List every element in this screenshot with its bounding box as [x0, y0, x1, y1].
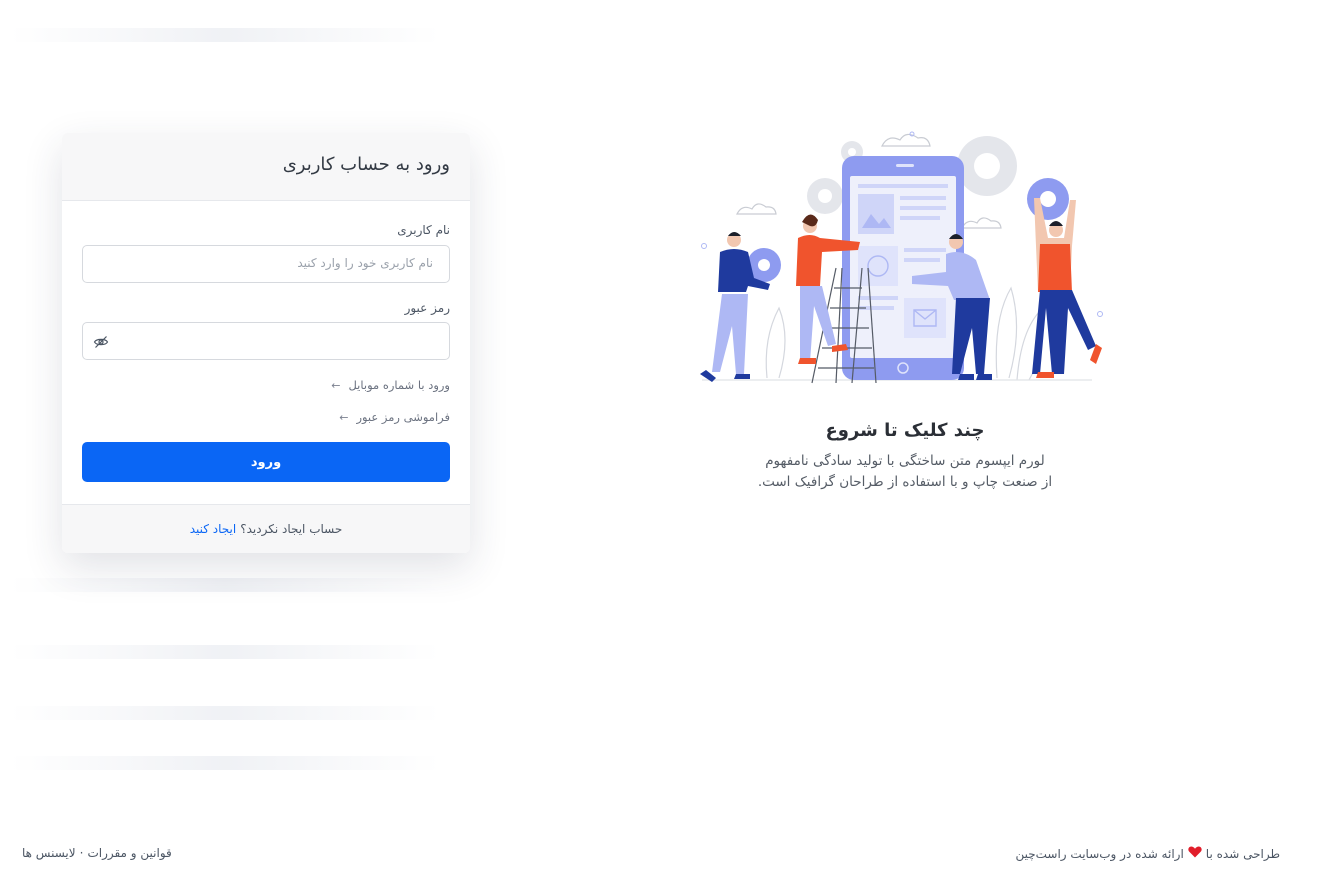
- username-input[interactable]: نام کاربری خود را وارد کنید: [82, 245, 450, 283]
- login-card-header: ورود به حساب کاربری: [62, 133, 470, 201]
- promo-section: چند کلیک تا شروع لورم ایپسوم متن ساختگی …: [700, 420, 1110, 493]
- password-label: رمز عبور: [404, 301, 450, 315]
- credits-suffix[interactable]: ارائه شده در وب‌سایت راست‌چین: [1015, 847, 1183, 861]
- login-card: ورود به حساب کاربری نام کاربری نام کاربر…: [62, 133, 470, 553]
- terms-link[interactable]: قوانین و مقررات: [87, 846, 171, 860]
- mobile-login-link[interactable]: ورود با شماره موبایل ←: [331, 378, 450, 392]
- credits-footer: طراحی شده با ارائه شده در وب‌سایت راست‌چ…: [1015, 846, 1280, 861]
- background-shadow-bar: [10, 706, 440, 720]
- username-placeholder: نام کاربری خود را وارد کنید: [297, 256, 433, 270]
- background-shadow-bar: [10, 28, 440, 42]
- legal-links: قوانین و مقررات · لایسنس ها: [22, 846, 172, 860]
- username-label: نام کاربری: [397, 223, 450, 237]
- create-account-link[interactable]: ایجاد کنید: [190, 522, 237, 536]
- licenses-link[interactable]: لایسنس ها: [22, 846, 76, 860]
- forgot-password-label: فراموشی رمز عبور: [356, 410, 450, 424]
- eye-off-icon[interactable]: [93, 334, 109, 350]
- signup-footer: حساب ایجاد نکردید؟ ایجاد کنید: [62, 504, 470, 553]
- footer-separator: ·: [79, 846, 84, 860]
- login-button[interactable]: ورود: [82, 442, 450, 482]
- mobile-login-label: ورود با شماره موبایل: [348, 378, 450, 392]
- promo-line-1: لورم ایپسوم متن ساختگی با تولید سادگی نا…: [765, 453, 1045, 469]
- heart-icon: [1188, 846, 1202, 861]
- phone-illustration: [842, 156, 964, 380]
- password-input[interactable]: [82, 322, 450, 360]
- credits-prefix: طراحی شده با: [1205, 846, 1280, 861]
- teamwork-illustration: [700, 131, 1103, 384]
- arrow-left-icon: ←: [331, 378, 341, 392]
- promo-description: لورم ایپسوم متن ساختگی با تولید سادگی نا…: [700, 451, 1110, 493]
- background-shadow-bar: [10, 756, 440, 770]
- no-account-text: حساب ایجاد نکردید؟: [240, 522, 343, 536]
- person-illustration: [1032, 198, 1102, 378]
- promo-line-2: از صنعت چاپ و با استفاده از طراحان گرافی…: [757, 474, 1053, 490]
- promo-heading: چند کلیک تا شروع: [825, 420, 985, 441]
- background-shadow-bar: [10, 645, 440, 659]
- arrow-left-icon: ←: [339, 410, 349, 424]
- login-title: ورود به حساب کاربری: [282, 154, 450, 175]
- login-form: نام کاربری نام کاربری خود را وارد کنید ر…: [62, 201, 470, 504]
- forgot-password-link[interactable]: فراموشی رمز عبور ←: [339, 410, 450, 424]
- background-shadow-bar: [10, 578, 440, 592]
